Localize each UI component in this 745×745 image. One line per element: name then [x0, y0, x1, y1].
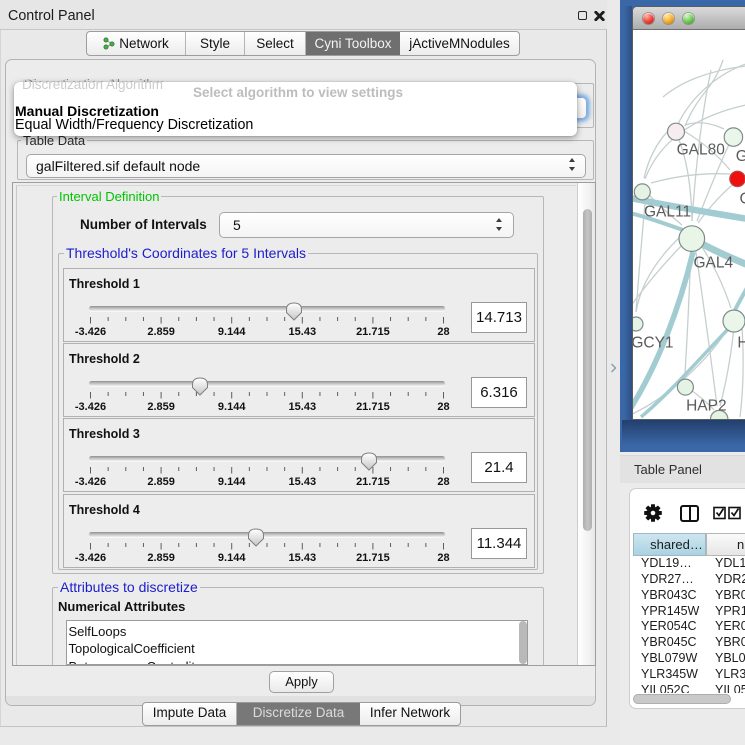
- svg-text:GAL4: GAL4: [694, 255, 734, 272]
- svg-text:GAL11: GAL11: [644, 204, 691, 221]
- svg-text:GCY1: GCY1: [633, 335, 674, 352]
- svg-text:C: C: [740, 191, 745, 208]
- svg-text:HAP2: HAP2: [686, 398, 727, 415]
- svg-text:GAL80: GAL80: [677, 142, 726, 159]
- svg-text:HI: HI: [737, 335, 745, 352]
- svg-text:GA: GA: [736, 148, 745, 165]
